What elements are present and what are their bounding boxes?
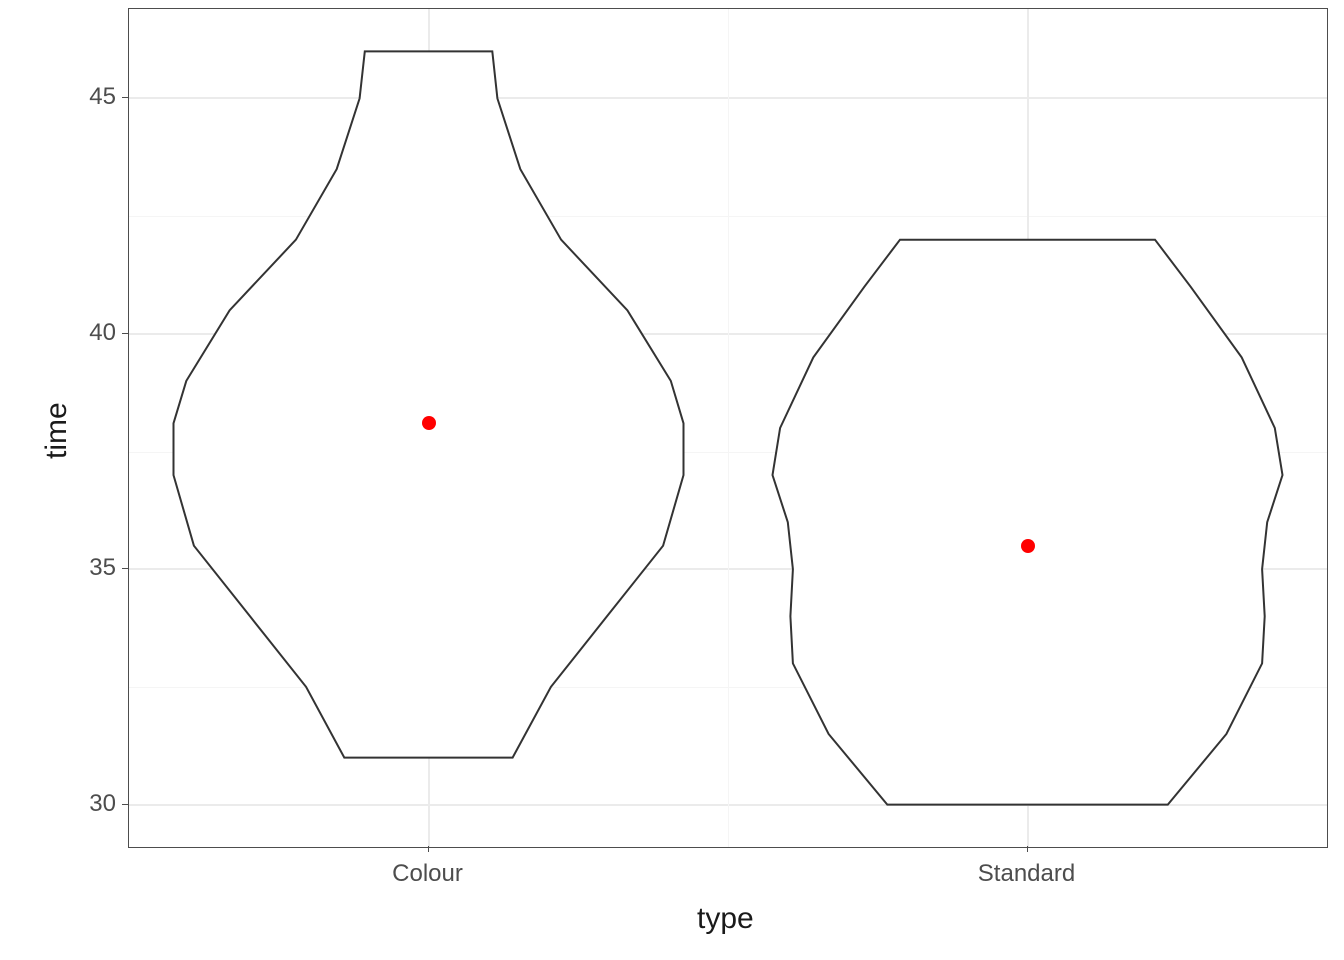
y-tick-label: 45: [89, 83, 116, 111]
x-axis-title: type: [697, 902, 754, 936]
x-tick-label: Standard: [947, 860, 1107, 888]
x-tick-mark: [428, 846, 429, 852]
violin-standard: [129, 9, 1327, 847]
y-tick-label: 35: [89, 554, 116, 582]
y-tick-mark: [122, 97, 128, 98]
y-tick-mark: [122, 333, 128, 334]
x-tick-mark: [1027, 846, 1028, 852]
y-tick-mark: [122, 568, 128, 569]
plot-panel: [128, 8, 1328, 848]
x-tick-label: Colour: [348, 860, 508, 888]
chart-container: 30 35 40 45 Colour Standard time type: [0, 0, 1344, 960]
y-axis-title: time: [40, 402, 74, 459]
y-tick-mark: [122, 804, 128, 805]
y-tick-label: 30: [89, 790, 116, 818]
y-tick-label: 40: [89, 319, 116, 347]
mean-point-standard: [1021, 539, 1035, 553]
